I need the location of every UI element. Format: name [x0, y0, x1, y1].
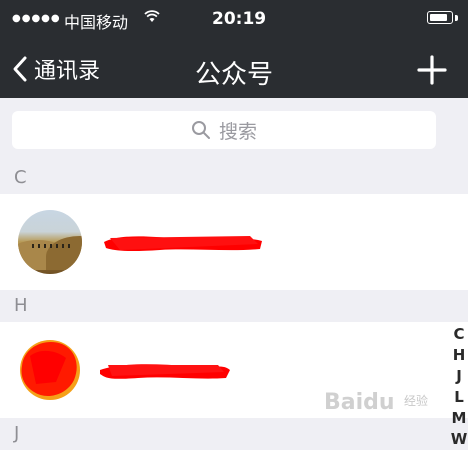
index-letter[interactable]: M: [450, 408, 468, 429]
index-letter[interactable]: W: [450, 429, 468, 450]
status-time: 20:19: [212, 9, 267, 29]
redacted-name: [104, 236, 262, 252]
section-header-h: H: [0, 290, 468, 322]
status-bar: ●●●●● 中国移动 20:19: [0, 0, 468, 40]
search-icon: [191, 121, 210, 139]
search-input[interactable]: 搜索: [12, 111, 436, 149]
section-index-bar[interactable]: C H J L M W: [450, 324, 468, 448]
index-letter[interactable]: L: [450, 387, 468, 408]
search-placeholder: 搜索: [218, 120, 257, 143]
wifi-icon: [144, 10, 160, 22]
plus-icon[interactable]: [412, 50, 452, 90]
avatar: [18, 210, 82, 274]
list-item[interactable]: [0, 194, 468, 290]
watermark-subtitle: 经验: [404, 394, 429, 408]
section-header-j: J: [0, 418, 468, 450]
index-letter[interactable]: H: [450, 345, 468, 366]
redacted-name: [100, 364, 230, 379]
section-header-c: C: [0, 162, 468, 194]
carrier-name: 中国移动: [64, 13, 129, 32]
index-letter[interactable]: J: [450, 366, 468, 387]
battery-level-fill: [429, 13, 447, 21]
battery-icon: [427, 11, 453, 24]
page-title: 公众号: [194, 60, 273, 90]
search-area: 搜索: [0, 98, 468, 162]
navigation-bar: 通讯录 公众号: [0, 40, 468, 98]
watermark-logo: Baidu: [324, 390, 395, 415]
signal-strength-icon: ●●●●●: [12, 13, 61, 24]
avatar: [20, 340, 80, 400]
list-item[interactable]: [0, 322, 468, 418]
index-letter[interactable]: C: [450, 324, 468, 345]
battery-tip: [455, 15, 458, 21]
